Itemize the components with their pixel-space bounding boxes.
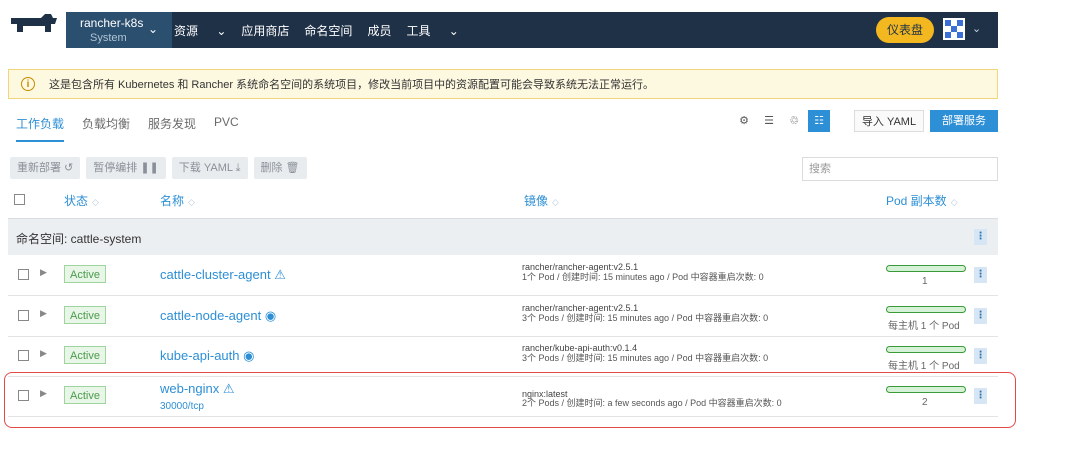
tab-service-discovery[interactable]: 服务发现 xyxy=(148,115,196,142)
bulk-actions: 重新部署 ↺ 暂停编排 ❚❚ 下载 YAML ⤓ 删除 🗑 xyxy=(10,157,313,179)
workload-type-icon: ⚠ xyxy=(274,267,286,282)
tab-load-balancing[interactable]: 负载均衡 xyxy=(82,115,130,142)
more-actions-icon[interactable]: ⋮ xyxy=(974,267,987,283)
more-actions-icon[interactable]: ⋮ xyxy=(974,308,987,324)
chevron-down-icon: ⌄ xyxy=(148,22,159,36)
deploy-button[interactable]: 部署服务 xyxy=(930,110,998,132)
import-yaml-button[interactable]: 导入 YAML xyxy=(854,110,924,132)
nav-item-tools[interactable]: 工具 ⌄ xyxy=(406,22,458,39)
column-pods[interactable]: Pod 副本数 ◇ xyxy=(886,192,958,209)
sort-icon: ◇ xyxy=(552,197,559,207)
search-input[interactable]: 搜索 xyxy=(802,157,998,181)
cluster-selector[interactable]: rancher-k8s System ⌄ xyxy=(66,12,172,48)
image-name: rancher/rancher-agent:v2.5.1 xyxy=(522,262,639,272)
select-all-checkbox[interactable] xyxy=(14,194,25,205)
row-checkbox[interactable] xyxy=(18,310,29,321)
table-row: ▶ Active cattle-cluster-agent ⚠ rancher/… xyxy=(8,255,998,296)
pod-scale-bar xyxy=(886,306,966,313)
workload-name[interactable]: cattle-node-agent ◉ xyxy=(160,308,276,324)
sort-icon: ◇ xyxy=(92,197,99,207)
image-name: rancher/rancher-agent:v2.5.1 xyxy=(522,303,639,313)
expand-caret-icon[interactable]: ▶ xyxy=(40,308,47,319)
column-image[interactable]: 镜像 ◇ xyxy=(524,192,559,209)
info-icon: i xyxy=(21,77,35,91)
pause-button[interactable]: 暂停编排 ❚❚ xyxy=(86,157,166,179)
nav-item-namespaces[interactable]: 命名空间 xyxy=(304,22,352,39)
chevron-down-icon[interactable]: ⌄ xyxy=(972,22,981,35)
list-icon[interactable]: ☰ xyxy=(758,110,780,132)
sort-icon: ◇ xyxy=(950,197,958,207)
main-nav: rancher-k8s System ⌄ 资源 ⌄ 应用商店 命名空间 成员 工… xyxy=(66,12,998,48)
namespace-group: 命名空间: cattle-system ⋮ xyxy=(8,218,998,255)
tab-pvc[interactable]: PVC xyxy=(214,115,239,142)
column-status[interactable]: 状态 ◇ xyxy=(64,192,99,209)
image-meta: 3个 Pods / 创建时间: 15 minutes ago / Pod 中容器… xyxy=(522,313,769,323)
view-toggle-group: ⚙ ☰ ♲ ☷ xyxy=(733,110,833,132)
expand-caret-icon[interactable]: ▶ xyxy=(40,348,47,359)
avatar[interactable] xyxy=(943,18,965,40)
column-name[interactable]: 名称 ◇ xyxy=(160,192,195,209)
project-name: System xyxy=(90,32,127,44)
status-badge: Active xyxy=(64,346,106,364)
system-project-warning: i 这是包含所有 Kubernetes 和 Rancher 系统命名空间的系统项… xyxy=(8,69,998,99)
nav-menu: 资源 ⌄ 应用商店 命名空间 成员 工具 ⌄ xyxy=(174,12,474,48)
pod-count: 每主机 1 个 Pod xyxy=(888,361,960,372)
pod-scale-bar xyxy=(886,265,966,272)
more-actions-icon[interactable]: ⋮ xyxy=(974,229,987,245)
warning-text: 这是包含所有 Kubernetes 和 Rancher 系统命名空间的系统项目，… xyxy=(49,79,655,91)
pod-scale-bar xyxy=(886,346,966,353)
resource-tabs: 工作负载 负载均衡 服务发现 PVC xyxy=(16,115,257,142)
redeploy-button[interactable]: 重新部署 ↺ xyxy=(10,157,81,179)
row-checkbox[interactable] xyxy=(18,269,29,280)
download-yaml-button[interactable]: 下载 YAML ⤓ xyxy=(171,157,248,179)
image-meta: 1个 Pod / 创建时间: 15 minutes ago / Pod 中容器重… xyxy=(522,272,764,282)
nav-item-members[interactable]: 成员 xyxy=(367,22,391,39)
namespace-label: 命名空间: cattle-system xyxy=(16,232,142,246)
pod-count: 1 xyxy=(922,276,928,287)
highlight-annotation xyxy=(4,372,1016,428)
tree-list-icon[interactable]: ☷ xyxy=(808,110,830,132)
more-actions-icon[interactable]: ⋮ xyxy=(974,348,987,364)
dashboard-button[interactable]: 仪表盘 xyxy=(876,17,934,43)
row-checkbox[interactable] xyxy=(18,350,29,361)
nav-item-resources[interactable]: 资源 ⌄ xyxy=(174,22,226,39)
workload-name[interactable]: cattle-cluster-agent ⚠ xyxy=(160,267,286,283)
gear-icon[interactable]: ⚙ xyxy=(733,110,755,132)
table-header: 状态 ◇ 名称 ◇ 镜像 ◇ Pod 副本数 ◇ xyxy=(10,190,998,212)
pod-count: 每主机 1 个 Pod xyxy=(888,321,960,332)
top-bar: rancher-k8s System ⌄ 资源 ⌄ 应用商店 命名空间 成员 工… xyxy=(0,0,1080,48)
delete-button[interactable]: 删除 🗑 xyxy=(253,157,307,179)
sort-icon: ◇ xyxy=(188,197,195,207)
table-row: ▶ Active cattle-node-agent ◉ rancher/ran… xyxy=(8,296,998,337)
nav-item-catalog[interactable]: 应用商店 xyxy=(241,22,289,39)
workload-type-icon: ◉ xyxy=(264,308,277,323)
table-row: ▶ Active kube-api-auth ◉ rancher/kube-ap… xyxy=(8,336,998,377)
expand-caret-icon[interactable]: ▶ xyxy=(40,267,47,278)
cluster-name: rancher-k8s xyxy=(80,16,144,30)
image-meta: 3个 Pods / 创建时间: 15 minutes ago / Pod 中容器… xyxy=(522,353,769,363)
workload-name[interactable]: kube-api-auth ◉ xyxy=(160,348,254,364)
tab-workloads[interactable]: 工作负载 xyxy=(16,115,65,142)
workload-type-icon: ◉ xyxy=(243,348,255,363)
group-icon[interactable]: ♲ xyxy=(783,110,805,132)
status-badge: Active xyxy=(64,306,106,324)
rancher-logo[interactable] xyxy=(0,0,66,48)
avatar-identicon-icon xyxy=(943,18,965,40)
status-badge: Active xyxy=(64,265,106,283)
rancher-cow-icon xyxy=(11,14,57,32)
image-name: rancher/kube-api-auth:v0.1.4 xyxy=(522,343,638,353)
